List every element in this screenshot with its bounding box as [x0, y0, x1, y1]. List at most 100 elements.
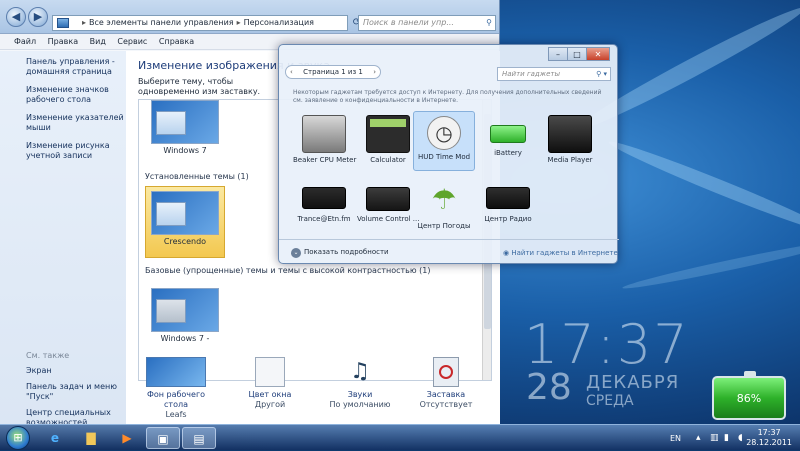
close-button[interactable]: ✕	[586, 47, 610, 61]
search-icon[interactable]: ⚲	[486, 16, 492, 30]
gadget-radio-center[interactable]: Центр Радио	[477, 177, 539, 237]
theme-crescendo[interactable]: Crescendo	[145, 186, 225, 258]
back-button[interactable]: ◀	[6, 7, 26, 27]
minimize-button[interactable]: –	[548, 47, 568, 61]
theme-thumbnail	[151, 288, 219, 332]
gadget-search-placeholder: Найти гаджеты	[502, 70, 560, 78]
window-titlebar: ◀ ▶ ▸ Все элементы панели управления ▸ Перс…	[0, 0, 499, 34]
menu-file[interactable]: Файл	[14, 34, 36, 50]
see-also-section: См. также Экран Панель задач и меню "Пус…	[26, 351, 126, 434]
gadget-beaker-cpu-meter[interactable]: Beaker CPU Meter	[293, 111, 357, 171]
window-preview	[156, 111, 186, 135]
gadget-calculator[interactable]: Calculator	[357, 111, 419, 171]
search-icon[interactable]: ⚲ ▾	[596, 68, 607, 80]
screensaver-setting[interactable]: Заставка Отсутствует	[406, 357, 486, 410]
battery-tray-icon[interactable]: ▮	[724, 433, 729, 443]
volume-control-icon	[366, 187, 410, 211]
maximize-button[interactable]: □	[567, 47, 587, 61]
setting-value: Отсутствует	[419, 400, 473, 409]
address-bar[interactable]: ▸ Все элементы панели управления ▸ Персонал…	[52, 15, 348, 31]
link-display[interactable]: Экран	[26, 366, 126, 376]
link-change-mouse-pointers[interactable]: Изменение указателей мыши	[26, 113, 126, 133]
network-icon[interactable]: ▥	[710, 433, 719, 443]
clock-month: ДЕКАБРЯ	[586, 372, 680, 393]
internet-explorer-icon[interactable]: e	[38, 427, 72, 449]
battery-percent: 86%	[736, 392, 762, 405]
menu-edit[interactable]: Правка	[48, 34, 78, 50]
breadcrumb-personalization[interactable]: Персонализация	[244, 18, 314, 27]
forward-button[interactable]: ▶	[28, 7, 48, 27]
menu-view[interactable]: Вид	[90, 34, 106, 50]
setting-value: По умолчанию	[329, 400, 391, 409]
left-navigation-pane: Панель управления - домашняя страница Из…	[0, 51, 126, 427]
theme-windows7[interactable]: Windows 7	[145, 100, 225, 164]
language-indicator[interactable]: EN	[670, 434, 681, 443]
control-panel-icon	[57, 18, 69, 28]
tray-clock[interactable]: 17:37 28.12.2011	[746, 428, 792, 448]
setting-value: Другой	[254, 400, 286, 409]
desktop-clock-gadget[interactable]: 17:37 28 ДЕКАБРЯ СРЕДА	[524, 313, 690, 409]
gadgets-task-button[interactable]: ▤	[182, 427, 216, 449]
tray-time: 17:37	[757, 428, 781, 437]
gadget-label: Trance@Etn.fm	[297, 215, 351, 223]
tray-date: 28.12.2011	[746, 438, 792, 447]
gadget-volume-control[interactable]: Volume Control ...	[357, 177, 419, 237]
link-taskbar-start-menu[interactable]: Панель задач и меню "Пуск"	[26, 382, 126, 402]
clock-weekday: СРЕДА	[586, 393, 634, 409]
gadget-label: Beaker CPU Meter	[293, 156, 357, 164]
setting-value: Leafs	[165, 410, 187, 419]
gadget-ibattery[interactable]: iBattery	[477, 111, 539, 171]
gadget-trance-etn-fm[interactable]: Trance@Etn.fm	[293, 177, 355, 237]
theme-windows7-basic[interactable]: Windows 7 -	[145, 284, 225, 352]
gadget-label: Media Player	[547, 156, 593, 164]
next-page-icon[interactable]: ›	[373, 66, 376, 78]
gadget-label: Calculator	[370, 156, 406, 164]
start-button[interactable]: ⊞	[6, 426, 30, 450]
menu-help[interactable]: Справка	[159, 34, 194, 50]
desktop-background-setting[interactable]: Фон рабочего стола Leafs	[136, 357, 216, 420]
clock-time: 17:37	[524, 313, 690, 376]
volume-icon[interactable]: ◖	[738, 433, 743, 443]
chevron-down-icon: ⌄	[291, 248, 301, 258]
gadget-search-input[interactable]: Найти гаджеты ⚲ ▾	[497, 67, 611, 81]
radio-icon	[302, 187, 346, 209]
radio-center-icon	[486, 187, 530, 209]
battery-gadget[interactable]: 86%	[712, 371, 786, 420]
gadget-media-player[interactable]: Media Player	[539, 111, 601, 171]
window-color-setting[interactable]: Цвет окна Другой	[230, 357, 310, 410]
theme-thumbnail	[151, 191, 219, 235]
gadget-weather-center[interactable]: ☂ Центр Погоды	[413, 177, 475, 237]
breadcrumb-all-control-panel[interactable]: Все элементы панели управления	[89, 18, 234, 27]
explorer-folder-icon[interactable]: ▇	[74, 427, 108, 449]
gallery-toolbar: – □ ✕ ‹ Страница 1 из 1 › Найти гаджеты ⚲ …	[279, 45, 617, 85]
link-control-panel-home[interactable]: Панель управления - домашняя страница	[26, 57, 126, 77]
gadget-label: Центр Радио	[484, 215, 532, 223]
show-details-label: Показать подробности	[304, 248, 389, 256]
link-change-account-picture[interactable]: Изменение рисунка учетной записи	[26, 141, 126, 161]
window-color-icon	[255, 357, 285, 387]
theme-settings-row: Фон рабочего стола Leafs Цвет окна Друго…	[136, 357, 496, 420]
breadcrumb-separator: ▸	[82, 18, 87, 27]
page-navigator: ‹ Страница 1 из 1 ›	[285, 65, 381, 79]
search-input[interactable]: Поиск в панели упр... ⚲	[358, 15, 496, 31]
no-sign-icon	[439, 365, 453, 379]
page-description: Выберите тему, чтобы одновременно изм за…	[138, 77, 261, 96]
gadget-gallery-window: – □ ✕ ‹ Страница 1 из 1 › Найти гаджеты ⚲ …	[278, 44, 619, 264]
sounds-setting[interactable]: ♫ Звуки По умолчанию	[320, 357, 400, 410]
see-also-header: См. также	[26, 351, 70, 360]
umbrella-icon: ☂	[431, 183, 457, 216]
taskbar: ⊞ e ▇ ▶ ▣ ▤ EN ▴ ▥ ▮ ◖ 17:37 28.12.2011	[0, 424, 800, 450]
battery-icon	[490, 125, 526, 143]
menu-tools[interactable]: Сервис	[117, 34, 147, 50]
show-hidden-icons-icon[interactable]: ▴	[696, 433, 701, 443]
media-player-taskbar-icon[interactable]: ▶	[110, 427, 144, 449]
control-panel-task-button[interactable]: ▣	[146, 427, 180, 449]
gadget-hud-time-mod[interactable]: ◷ HUD Time Mod	[413, 111, 475, 171]
link-change-desktop-icons[interactable]: Изменение значков рабочего стола	[26, 85, 126, 105]
show-details-toggle[interactable]: ⌄ Показать подробности	[291, 248, 389, 258]
get-gadgets-online-link[interactable]: ◉ Найти гаджеты в Интернете	[503, 249, 618, 257]
gadget-label: Volume Control ...	[357, 215, 420, 223]
setting-title: Заставка	[426, 390, 466, 399]
music-notes-icon: ♫	[350, 359, 370, 384]
prev-page-icon[interactable]: ‹	[290, 66, 293, 78]
